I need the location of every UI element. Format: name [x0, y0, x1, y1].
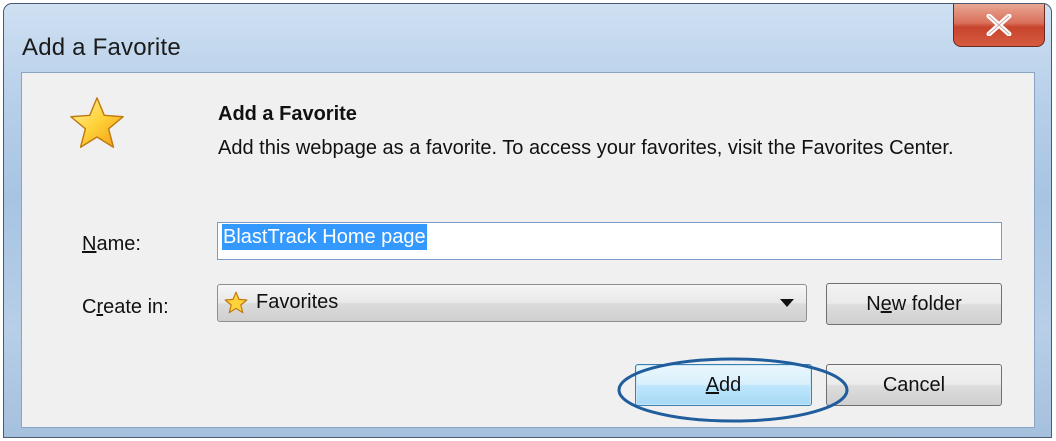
name-input[interactable]: BlastTrack Home page: [217, 222, 1002, 260]
add-favorite-dialog: Add a Favorite Add a Favorite Add this w…: [3, 3, 1052, 438]
create-in-dropdown[interactable]: Favorites: [217, 284, 807, 322]
title-bar: Add a Favorite: [4, 4, 1051, 72]
highlight-ellipse: [617, 357, 849, 423]
favorites-star-icon: [224, 291, 248, 314]
dialog-body: Add a Favorite Add this webpage as a fav…: [21, 72, 1035, 428]
name-label: Name:: [82, 233, 141, 255]
create-in-value: Favorites: [256, 291, 339, 313]
star-icon: [70, 97, 124, 148]
dialog-heading: Add a Favorite: [218, 103, 357, 125]
close-icon: [986, 14, 1012, 36]
create-in-label: Create in:: [82, 296, 169, 318]
chevron-down-icon[interactable]: [780, 299, 794, 307]
cancel-button[interactable]: Cancel: [826, 364, 1002, 406]
name-input-value: BlastTrack Home page: [222, 224, 427, 250]
dialog-description: Add this webpage as a favorite. To acces…: [218, 137, 954, 159]
window-title: Add a Favorite: [22, 34, 181, 61]
new-folder-button[interactable]: New folder: [826, 283, 1002, 325]
close-button[interactable]: [953, 4, 1045, 47]
